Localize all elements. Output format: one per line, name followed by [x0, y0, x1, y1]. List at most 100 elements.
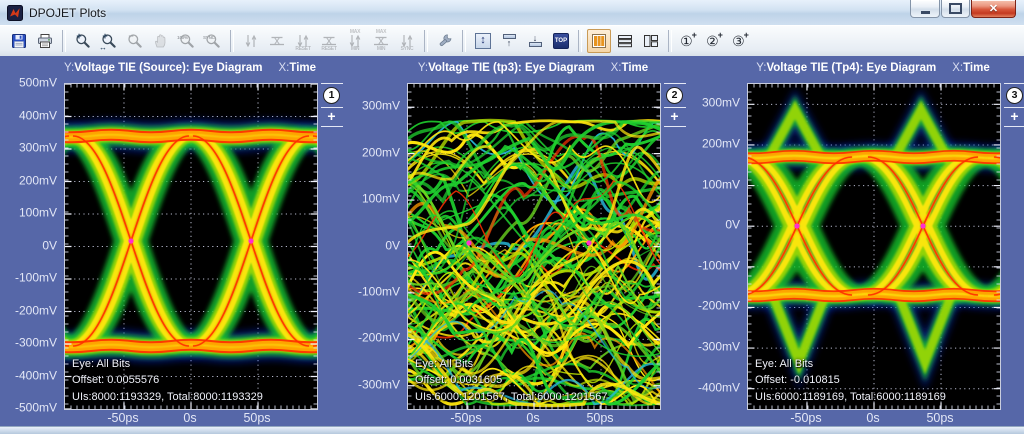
layout-grid-button[interactable]	[639, 29, 663, 53]
horizontal-cursors-button	[265, 29, 289, 53]
toolbar-separator	[62, 30, 66, 52]
add-plot2-button[interactable]: ② +	[703, 29, 727, 53]
y-tick-label: 0V	[385, 238, 400, 252]
zoom-sync-label: SYNC	[203, 35, 214, 40]
divider	[1004, 83, 1024, 84]
add-plot1-button[interactable]: ① +	[677, 29, 701, 53]
arrow-down-icon: ↓	[533, 34, 538, 42]
settings-wrench-button[interactable]	[433, 29, 457, 53]
x-tick-label: 0s	[526, 411, 539, 425]
y-tick-label: 300mV	[19, 140, 57, 154]
y-tick-label: -200mV	[698, 299, 740, 313]
plot-overlay-stats: Eye: All BitsOffset: 0.0031605UIs:6000:1…	[415, 356, 607, 406]
dock-top-button[interactable]: ↑	[497, 29, 521, 53]
dock-bar-icon	[529, 42, 542, 47]
pan-button	[149, 29, 173, 53]
y-tick-label: -200mV	[15, 303, 57, 317]
zoom-in-button[interactable]: +	[71, 29, 95, 53]
vertical-cursors-reset-button: RESET	[291, 29, 315, 53]
y-tick-label: 500mV	[19, 75, 57, 89]
plot-number-badge[interactable]: 2	[666, 87, 683, 104]
save-button[interactable]	[7, 29, 31, 53]
vertical-fit-icon: ↕	[475, 33, 491, 49]
toolbar: + + ↔ − 100% SYNC RESET RESET MAX MIN	[0, 25, 1024, 57]
divider	[321, 126, 343, 127]
x-tick-label: 0s	[183, 411, 196, 425]
y-tick-label: 200mV	[19, 173, 57, 187]
zoom-out-button: −	[123, 29, 147, 53]
y-tick-label: 100mV	[362, 191, 400, 205]
rows-layout-icon	[617, 33, 633, 49]
toolbar-separator	[230, 30, 234, 52]
x-tick-label: 50ps	[926, 411, 953, 425]
maximize-button[interactable]	[941, 0, 970, 18]
y-tick-label: -300mV	[358, 377, 400, 391]
plot-title: Y:Voltage TIE (tp3): Eye DiagramX:Time	[361, 62, 705, 74]
zoom-100-label: 100%	[177, 35, 188, 40]
cursors-sync-button: SYNC	[395, 29, 419, 53]
horizontal-cursors-icon	[269, 33, 285, 49]
y-tick-label: -200mV	[358, 331, 400, 345]
dpojet-plots-window: DPOJET Plots ✕ + + ↔ − 100% SYNC	[0, 0, 1024, 434]
horizontal-arrows-icon: ↔	[99, 44, 107, 52]
divider	[1004, 126, 1024, 127]
horizontal-cursors-reset-button: RESET	[317, 29, 341, 53]
grid-layout-icon	[643, 33, 659, 49]
minimize-button[interactable]	[910, 0, 940, 18]
app-icon	[7, 5, 23, 21]
add-measurement-button[interactable]: +	[670, 109, 678, 124]
plus-icon: +	[692, 31, 697, 40]
divider	[321, 83, 343, 84]
close-icon: ✕	[989, 2, 998, 15]
plot-number-badge[interactable]: 1	[323, 87, 340, 104]
zoom-100-button: 100%	[175, 29, 199, 53]
toolbar-separator	[668, 30, 672, 52]
close-button[interactable]: ✕	[971, 0, 1016, 18]
plot-overlay-stats: Eye: All BitsOffset: -0.010815UIs:6000:1…	[755, 356, 946, 406]
toolbar-separator	[424, 30, 428, 52]
divider	[664, 126, 686, 127]
plot-panel-3: Y:Voltage TIE (Tp4): Eye DiagramX:Time 3…	[747, 58, 999, 425]
hand-icon	[153, 33, 169, 49]
add-measurement-button[interactable]: +	[1010, 109, 1018, 124]
plot-title: Y:Voltage TIE (Source): Eye DiagramX:Tim…	[18, 62, 362, 74]
plot-number-badge[interactable]: 3	[1006, 87, 1023, 104]
y-tick-label: -100mV	[698, 258, 740, 272]
y-tick-label: -500mV	[15, 400, 57, 414]
zoom-sync-button: SYNC	[201, 29, 225, 53]
y-tick-label: 100mV	[702, 177, 740, 191]
vertical-cursors-maxmin-button: MAX MIN	[343, 29, 367, 53]
arrow-up-icon: ↑	[507, 39, 512, 47]
y-tick-label: 200mV	[702, 136, 740, 150]
eye-diagram-canvas-3[interactable]: Eye: All BitsOffset: -0.010815UIs:6000:1…	[747, 83, 1001, 410]
eye-diagram-canvas-2[interactable]: Eye: All BitsOffset: 0.0031605UIs:6000:1…	[407, 83, 661, 410]
zoom-horizontal-button[interactable]: + ↔	[97, 29, 121, 53]
y-tick-label: -400mV	[698, 380, 740, 394]
vertical-cursors-icon	[243, 33, 259, 49]
columns-layout-icon	[591, 33, 607, 49]
dock-bottom-button[interactable]: ↓	[523, 29, 547, 53]
add-plot3-button[interactable]: ③ +	[729, 29, 753, 53]
eye-diagram-canvas-1[interactable]: Eye: All BitsOffset: 0.0055576UIs:8000:1…	[64, 83, 318, 410]
y-tick-label: 0V	[725, 217, 740, 231]
fit-vertical-button[interactable]: ↕	[471, 29, 495, 53]
y-axis-labels: 300mV200mV100mV0V-100mV-200mV-300mV-400m…	[700, 83, 743, 408]
y-tick-label: -100mV	[358, 284, 400, 298]
x-tick-label: 0s	[866, 411, 879, 425]
toolbar-separator	[578, 30, 582, 52]
minus-icon: −	[127, 32, 135, 41]
title-bar[interactable]: DPOJET Plots ✕	[0, 0, 1024, 26]
layout-rows-button[interactable]	[613, 29, 637, 53]
y-tick-label: 300mV	[702, 96, 740, 110]
y-tick-label: 100mV	[19, 205, 57, 219]
plus-icon: +	[75, 32, 83, 41]
print-button[interactable]	[33, 29, 57, 53]
layout-columns-button[interactable]	[587, 29, 611, 53]
always-on-top-button[interactable]: TOP	[549, 29, 573, 53]
plot-side-controls: 1 +	[320, 83, 343, 127]
add-measurement-button[interactable]: +	[327, 109, 335, 124]
vertical-cursors-button	[239, 29, 263, 53]
x-tick-label: -50ps	[790, 411, 821, 425]
y-tick-label: -100mV	[15, 270, 57, 284]
plot-panel-1: Y:Voltage TIE (Source): Eye DiagramX:Tim…	[64, 58, 316, 425]
